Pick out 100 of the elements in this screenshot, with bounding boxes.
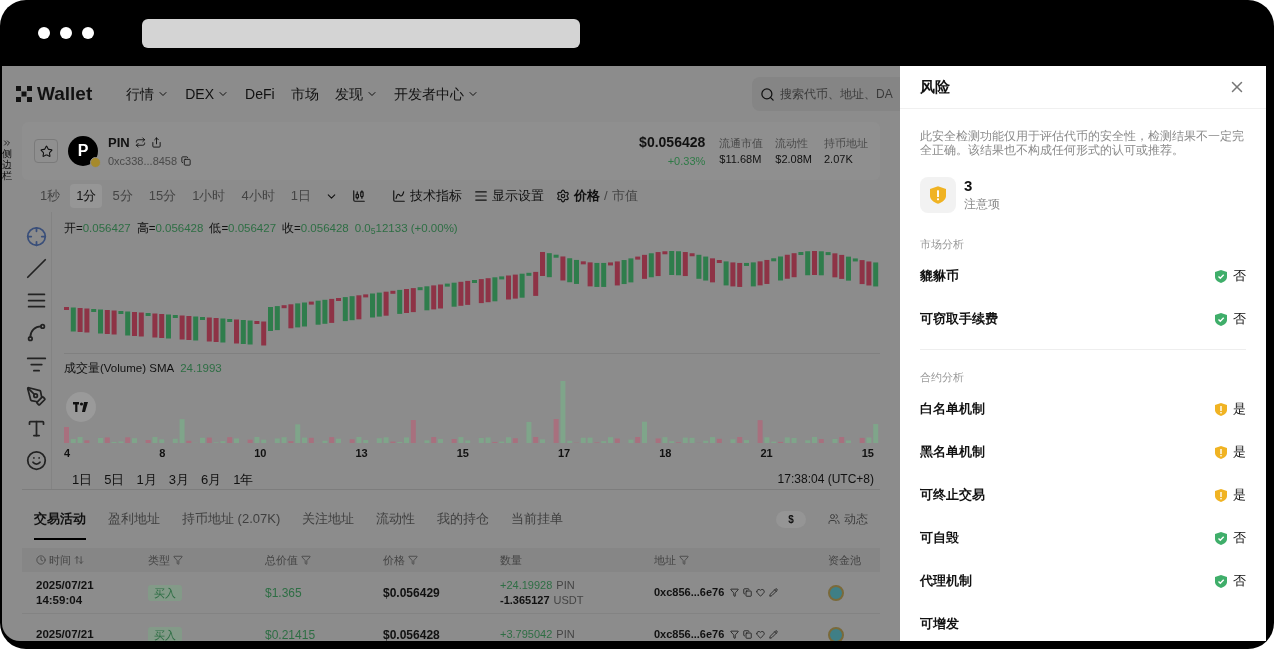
x-axis-label: 15 — [456, 446, 469, 461]
brush-icon[interactable] — [26, 386, 47, 407]
mode-separator: / — [603, 187, 608, 206]
x-axis-label: 17 — [558, 446, 571, 461]
risk-item-value: 是 — [1233, 444, 1246, 462]
activity-tab[interactable]: 流动性 — [376, 508, 416, 540]
risk-item-value: 是 — [1233, 401, 1246, 419]
activity-tab[interactable]: 盈利地址 — [108, 508, 160, 540]
warning-shield-icon — [1215, 403, 1227, 416]
favorite-button[interactable] — [34, 139, 58, 163]
crosshair-icon[interactable] — [26, 226, 47, 247]
ohlc-value: 低=0.056427 — [209, 221, 277, 236]
chart-mode-toggle[interactable]: 价格 — [573, 186, 600, 206]
column-header: 总价值 — [265, 552, 298, 568]
time-cell-text: 14:59:04 — [36, 592, 84, 608]
candlestick-icon[interactable] — [351, 189, 366, 203]
token-avatar: P — [68, 136, 98, 166]
pool-icon — [828, 584, 844, 601]
section-title: 合约分析 — [920, 371, 964, 383]
dynamic-toggle[interactable]: 动态 — [844, 510, 868, 528]
risk-item-label: 可增发 — [920, 616, 959, 634]
x-axis-label: 10 — [254, 446, 267, 461]
display-settings-button[interactable]: 显示设置 — [491, 186, 544, 206]
indicators-button[interactable]: 技术指标 — [409, 186, 462, 206]
search-icon — [760, 87, 775, 102]
timestamp: 17:38:04 (UTC+8) — [777, 471, 874, 489]
filter-icon[interactable] — [730, 630, 740, 639]
warning-shield-icon — [1215, 446, 1227, 459]
risk-item-label: 黑名单机制 — [920, 444, 985, 462]
address-bar[interactable] — [142, 18, 580, 48]
range-button[interactable]: 1日 — [72, 469, 93, 489]
token-price: $0.056428 — [639, 133, 706, 153]
copy-icon[interactable] — [181, 155, 192, 166]
notice-text: 此安全检测功能仅用于评估代币的安全性，检测结果不一定完全正确。该结果也不构成任何形式的认可或推荐。 — [919, 128, 1245, 157]
swap-icon[interactable] — [134, 137, 146, 149]
nav-item[interactable]: 开发者中心 — [393, 83, 479, 105]
risk-item-label: 可自毁 — [920, 530, 959, 548]
line-tool-icon[interactable] — [26, 258, 47, 279]
nav-item[interactable]: 行情 — [126, 83, 170, 105]
emoji-icon[interactable] — [26, 450, 47, 471]
side-toggle[interactable]: 侧边栏 — [2, 148, 12, 181]
amount-out-cell: -1.365127 — [500, 592, 550, 608]
risk-item-label: 貔貅币 — [920, 268, 959, 286]
risk-item-value: 是 — [1233, 487, 1246, 505]
nav-item[interactable]: 发现 — [334, 83, 378, 105]
risk-item-value: 否 — [1233, 530, 1246, 548]
text-tool-icon[interactable] — [26, 418, 47, 439]
range-button[interactable]: 1年 — [233, 469, 254, 489]
interval-tab[interactable]: 1日 — [284, 184, 317, 208]
interval-tab[interactable]: 5分 — [106, 184, 139, 208]
search-field[interactable]: 搜索代币、地址、DA — [752, 77, 900, 111]
address-link[interactable]: 0xc856...6e76 — [654, 584, 725, 601]
currency-toggle[interactable]: $ — [776, 511, 806, 528]
interval-tab[interactable]: 1秒 — [34, 184, 67, 208]
edit-icon[interactable] — [769, 588, 779, 597]
expand-icon[interactable] — [2, 138, 12, 148]
interval-tab[interactable]: 4小时 — [235, 184, 281, 208]
settings-icon[interactable] — [555, 189, 570, 203]
address-link[interactable]: 0xc856...6e76 — [654, 626, 725, 641]
warning-shield-icon — [1215, 489, 1227, 502]
token-address: 0xc338...8458 — [108, 153, 178, 169]
range-button[interactable]: 5日 — [104, 469, 125, 489]
filter-icon[interactable] — [730, 588, 740, 597]
chart-mode-toggle[interactable]: 市值 — [611, 186, 638, 206]
check-shield-icon — [1215, 575, 1227, 588]
heart-icon[interactable] — [756, 630, 766, 639]
share-icon[interactable] — [150, 137, 162, 149]
activity-tab[interactable]: 持币地址 (2.07K) — [182, 508, 281, 540]
heart-icon[interactable] — [756, 588, 766, 597]
range-button[interactable]: 3月 — [168, 469, 189, 489]
interval-tab[interactable]: 15分 — [142, 184, 183, 208]
copy-icon[interactable] — [743, 630, 753, 639]
nav-item[interactable]: DeFi — [245, 83, 275, 105]
stat-label: 持币地址 — [824, 135, 868, 151]
star-icon — [39, 144, 53, 158]
x-axis-label: 21 — [760, 446, 773, 461]
activity-tab[interactable]: 关注地址 — [302, 508, 355, 540]
price-change: +0.33% — [667, 154, 706, 170]
range-button[interactable]: 6月 — [200, 469, 222, 489]
warning-shield-icon — [930, 186, 946, 204]
chain-badge-icon — [90, 157, 101, 168]
ohlc-value: 收=0.056428 — [282, 221, 349, 236]
range-button[interactable]: 1月 — [136, 469, 157, 489]
stat-label: 流通市值 — [719, 135, 764, 151]
price-cell-text: $0.056428 — [383, 626, 441, 641]
edit-icon[interactable] — [769, 630, 779, 639]
nav-item[interactable]: DEX — [185, 83, 230, 105]
indicator-icon — [391, 189, 406, 203]
copy-icon[interactable] — [743, 588, 753, 597]
amount-in-cell: +3.795042 — [500, 627, 553, 641]
activity-tab[interactable]: 交易活动 — [34, 508, 86, 540]
interval-tab[interactable]: 1分 — [70, 184, 103, 208]
column-header: 数量 — [500, 552, 522, 568]
activity-tab[interactable]: 当前挂单 — [511, 508, 564, 540]
total-value-cell-text: $0.21415 — [265, 626, 317, 641]
nav-item[interactable]: 市场 — [290, 83, 319, 105]
activity-tab[interactable]: 我的持仓 — [437, 508, 490, 540]
x-axis-label: 8 — [159, 446, 166, 461]
risk-item-value: 否 — [1233, 573, 1246, 591]
interval-tab[interactable]: 1小时 — [186, 184, 232, 208]
